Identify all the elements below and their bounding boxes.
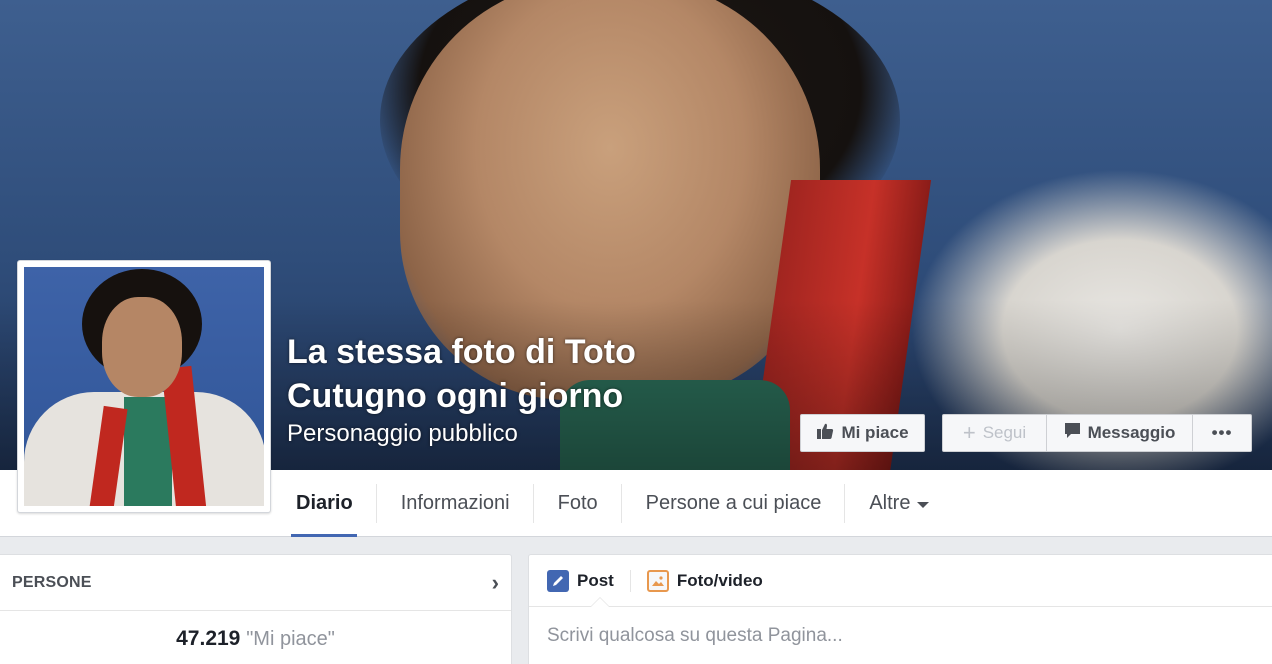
plus-icon: + xyxy=(962,420,976,445)
chevron-right-icon: › xyxy=(491,569,499,595)
composer-tab-photo-label: Foto/video xyxy=(676,570,763,590)
thumbs-up-icon xyxy=(816,422,834,445)
follow-button-label: Segui xyxy=(982,423,1027,442)
post-composer: Post Foto/video xyxy=(528,554,1272,664)
page-category[interactable]: Personaggio pubblico xyxy=(287,418,707,450)
profile-picture[interactable] xyxy=(17,260,271,513)
tab-label: Diario xyxy=(296,492,353,514)
more-options-button[interactable]: ••• xyxy=(1193,415,1251,451)
tab-label: Foto xyxy=(557,492,598,514)
composer-tab-photo-video[interactable]: Foto/video xyxy=(629,569,779,592)
page-tabs: Diario Informazioni Foto Persone a cui p… xyxy=(272,470,953,537)
action-button-group: + Segui Messaggio ••• xyxy=(942,414,1252,452)
avatar xyxy=(24,267,264,506)
tab-informazioni[interactable]: Informazioni xyxy=(377,470,534,537)
follow-button[interactable]: + Segui xyxy=(943,415,1047,451)
composer-tabs: Post Foto/video xyxy=(529,555,1272,607)
people-panel-title: PERSONE xyxy=(12,573,92,591)
photo-icon xyxy=(646,569,669,592)
message-button-label: Messaggio xyxy=(1087,423,1176,442)
likes-label: "Mi piace" xyxy=(246,628,335,650)
tab-label: Altre xyxy=(869,492,911,514)
people-panel: PERSONE › 47.219 "Mi piace" xyxy=(0,554,512,664)
tab-label: Informazioni xyxy=(400,492,510,514)
more-dots-icon: ••• xyxy=(1211,423,1233,442)
people-panel-header[interactable]: PERSONE › xyxy=(0,555,511,611)
message-button[interactable]: Messaggio xyxy=(1047,415,1193,451)
tab-persone-a-cui-piace[interactable]: Persone a cui piace xyxy=(622,470,846,537)
tab-label: Persone a cui piace xyxy=(645,492,822,514)
tab-foto[interactable]: Foto xyxy=(534,470,622,537)
pencil-icon xyxy=(547,569,569,592)
page-header: La stessa foto di Toto Cutugno ogni gior… xyxy=(287,330,707,450)
tab-altre[interactable]: Altre xyxy=(845,470,953,537)
tab-diario[interactable]: Diario xyxy=(272,470,377,537)
caret-down-icon xyxy=(917,501,930,508)
page-title[interactable]: La stessa foto di Toto Cutugno ogni gior… xyxy=(287,330,707,418)
like-button[interactable]: Mi piace xyxy=(800,414,925,452)
composer-tab-post[interactable]: Post xyxy=(547,569,630,592)
likes-count: 47.219 xyxy=(176,627,241,650)
facebook-page: La stessa foto di Toto Cutugno ogni gior… xyxy=(0,0,1272,664)
like-button-label: Mi piace xyxy=(841,423,909,442)
composer-tab-post-label: Post xyxy=(577,570,614,590)
composer-input[interactable] xyxy=(547,625,1147,647)
chat-bubble-icon xyxy=(1064,422,1081,444)
likes-summary: 47.219 "Mi piace" xyxy=(0,627,511,651)
